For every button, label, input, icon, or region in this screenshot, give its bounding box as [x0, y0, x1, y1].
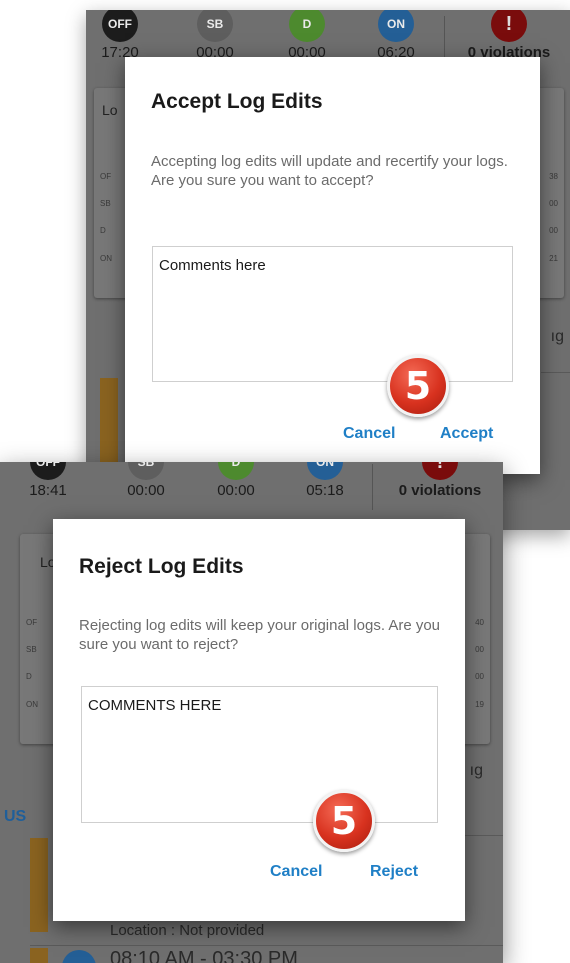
driving-status-icon: D — [218, 462, 254, 480]
log-row-value: 40 — [475, 618, 484, 627]
off-duration: 18:41 — [29, 482, 67, 499]
log-row-label: OF — [100, 172, 112, 181]
dialog-title: Accept Log Edits — [151, 90, 323, 113]
sb-status-icon: SB — [197, 10, 233, 42]
cancel-button[interactable]: Cancel — [270, 863, 322, 881]
log-row-label: D — [100, 226, 106, 235]
off-status-icon: OFF — [30, 462, 66, 480]
log-row-value: 19 — [475, 700, 484, 709]
status-d[interactable]: D 00:00 — [267, 10, 347, 61]
status-off[interactable]: OFF 17:20 — [86, 10, 160, 61]
log-row-label: D — [26, 672, 32, 681]
driving-duration: 00:00 — [217, 482, 255, 499]
step-5-callout: 5 — [387, 355, 449, 417]
accept-button[interactable]: Accept — [440, 425, 493, 443]
dialog-message: Accepting log edits will update and rece… — [151, 153, 508, 189]
on-duty-status-icon: ON — [378, 10, 414, 42]
log-row-value: 00 — [549, 199, 558, 208]
status-divider — [372, 464, 373, 510]
entry-time-range: 08:10 AM - 03:30 PM — [110, 948, 298, 963]
side-text-fragment: ıg — [469, 762, 483, 779]
section-header-fragment: US — [4, 808, 27, 825]
on-duty-duration: 05:18 — [306, 482, 344, 499]
status-divider — [444, 16, 445, 62]
step-5-callout: 5 — [313, 790, 375, 852]
log-card-title: Lo — [102, 102, 118, 118]
log-row-value: 00 — [549, 226, 558, 235]
log-entry-indicator — [30, 948, 48, 963]
status-off[interactable]: OFF 18:41 — [8, 462, 88, 499]
list-divider — [541, 372, 570, 373]
driving-status-icon: D — [289, 10, 325, 42]
side-text-fragment: ıg — [550, 328, 564, 345]
on-duty-status-icon: ON — [307, 462, 343, 480]
log-row-label: ON — [26, 700, 38, 709]
dialog-title: Reject Log Edits — [79, 555, 244, 578]
log-entry-indicator — [30, 838, 48, 932]
violations-summary[interactable]: ! 0 violations — [384, 462, 496, 499]
cancel-button[interactable]: Cancel — [343, 425, 395, 443]
reject-button[interactable]: Reject — [370, 863, 418, 881]
status-on[interactable]: ON 06:20 — [356, 10, 436, 61]
violation-alert-icon: ! — [422, 462, 458, 480]
status-on[interactable]: ON 05:18 — [285, 462, 365, 499]
reject-log-edits-dialog: Reject Log Edits Rejecting log edits wil… — [53, 519, 465, 921]
duty-status-bar: OFF 17:20 SB 00:00 D 00:00 ON 06:20 ! 0 … — [86, 10, 570, 62]
log-row-value: 21 — [549, 254, 558, 263]
off-status-icon: OFF — [102, 10, 138, 42]
violations-count: 0 violations — [398, 482, 482, 499]
log-row-label: OF — [26, 618, 38, 627]
log-row-value: 00 — [475, 645, 484, 654]
status-sb[interactable]: SB 00:00 — [106, 462, 186, 499]
duty-status-bar: OFF 18:41 SB 00:00 D 00:00 ON 05:18 ! 0 … — [0, 462, 503, 512]
violations-summary[interactable]: ! 0 violations — [454, 10, 564, 61]
comments-textarea[interactable]: COMMENTS HERE — [81, 686, 438, 823]
violation-alert-icon: ! — [491, 10, 527, 42]
log-row-label: SB — [100, 199, 111, 208]
status-d[interactable]: D 00:00 — [196, 462, 276, 499]
status-sb[interactable]: SB 00:00 — [175, 10, 255, 61]
log-row-value: 38 — [549, 172, 558, 181]
comments-textarea[interactable]: Comments here — [152, 246, 513, 382]
on-duty-entry-icon — [62, 950, 96, 963]
dialog-message: Rejecting log edits will keep your origi… — [79, 617, 441, 653]
location-text: Location : Not provided — [110, 922, 265, 939]
list-divider — [30, 945, 503, 946]
sb-status-icon: SB — [128, 462, 164, 480]
log-row-value: 00 — [475, 672, 484, 681]
log-row-label: ON — [100, 254, 112, 263]
accept-log-edits-dialog: Accept Log Edits Accepting log edits wil… — [125, 57, 540, 474]
log-row-label: SB — [26, 645, 37, 654]
sb-duration: 00:00 — [127, 482, 165, 499]
